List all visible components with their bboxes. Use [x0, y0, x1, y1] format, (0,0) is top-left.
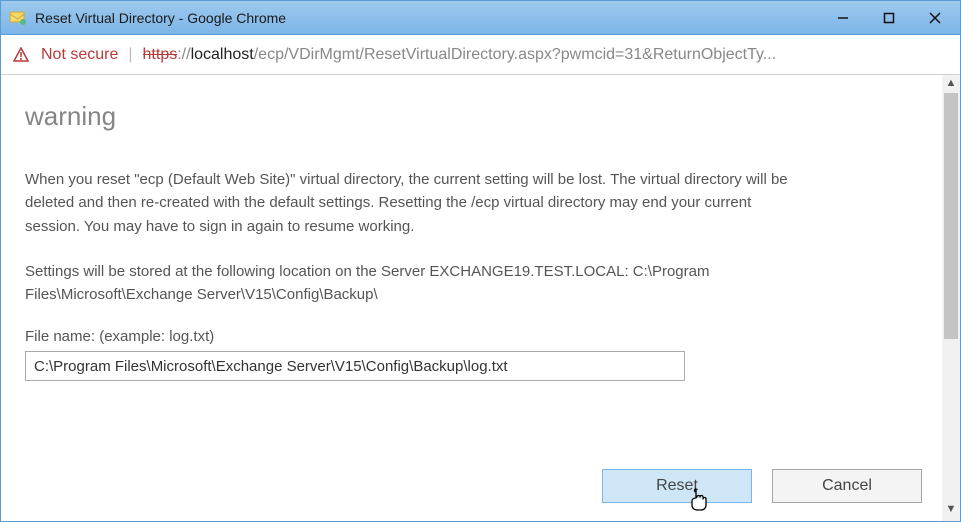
scroll-up-icon[interactable]: ▲ — [946, 77, 957, 93]
maximize-button[interactable] — [866, 3, 912, 33]
warning-icon — [13, 47, 31, 63]
url-text[interactable]: https://localhost/ecp/VDirMgmt/ResetVirt… — [143, 46, 948, 64]
file-name-input[interactable] — [25, 351, 685, 381]
button-row: Reset Cancel — [25, 445, 922, 503]
url-path: /ecp/VDirMgmt/ResetVirtualDirectory.aspx… — [254, 46, 776, 63]
scroll-thumb[interactable] — [944, 93, 958, 339]
scroll-track[interactable] — [942, 93, 960, 503]
cancel-button[interactable]: Cancel — [772, 469, 922, 503]
content-area: warning When you reset "ecp (Default Web… — [1, 75, 960, 521]
reset-button[interactable]: Reset — [602, 469, 752, 503]
url-separator: | — [128, 46, 132, 64]
window-title: Reset Virtual Directory - Google Chrome — [35, 10, 286, 26]
warning-paragraph-2: Settings will be stored at the following… — [25, 260, 805, 307]
url-scheme-sep: :// — [177, 46, 190, 63]
close-button[interactable] — [912, 3, 958, 33]
chrome-window: Reset Virtual Directory - Google Chrome … — [0, 0, 961, 522]
app-icon — [9, 9, 27, 27]
file-name-label: File name: (example: log.txt) — [25, 328, 922, 345]
url-host: localhost — [191, 46, 254, 63]
page-body: warning When you reset "ecp (Default Web… — [1, 75, 942, 521]
not-secure-label: Not secure — [41, 46, 118, 64]
url-scheme: https — [143, 46, 178, 63]
warning-paragraph-1: When you reset "ecp (Default Web Site)" … — [25, 168, 805, 238]
vertical-scrollbar[interactable]: ▲ ▼ — [942, 75, 960, 521]
url-bar[interactable]: Not secure | https://localhost/ecp/VDirM… — [1, 35, 960, 75]
page-heading: warning — [25, 101, 922, 132]
titlebar[interactable]: Reset Virtual Directory - Google Chrome — [1, 1, 960, 35]
scroll-down-icon[interactable]: ▼ — [946, 503, 957, 519]
minimize-button[interactable] — [820, 3, 866, 33]
